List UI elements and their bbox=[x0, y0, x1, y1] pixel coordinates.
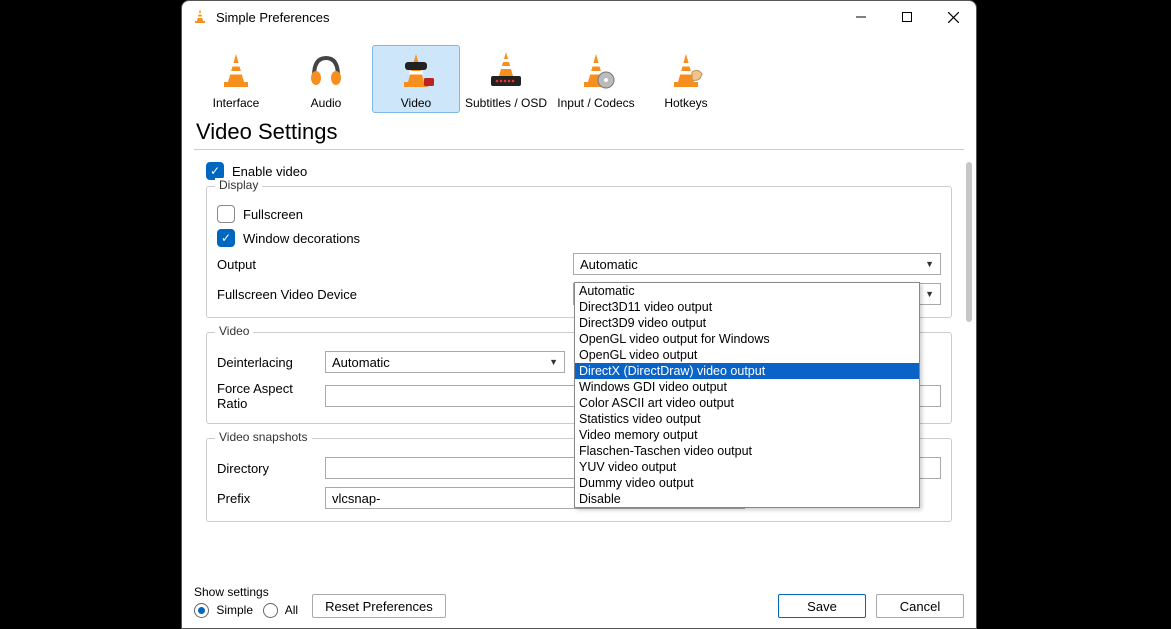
show-settings-label: Show settings bbox=[194, 585, 298, 599]
radio-all-label: All bbox=[285, 603, 298, 617]
scrollbar[interactable] bbox=[966, 162, 972, 322]
save-button[interactable]: Save bbox=[778, 594, 866, 618]
tab-label: Audio bbox=[311, 96, 342, 110]
reset-preferences-button[interactable]: Reset Preferences bbox=[312, 594, 446, 618]
dropdown-item[interactable]: Video memory output bbox=[575, 427, 919, 443]
dropdown-item[interactable]: Dummy video output bbox=[575, 475, 919, 491]
cone-icon bbox=[216, 50, 256, 90]
cone-board-icon bbox=[486, 50, 526, 90]
radio-all[interactable] bbox=[263, 603, 278, 618]
chevron-down-icon: ▼ bbox=[549, 357, 558, 367]
output-dropdown-list[interactable]: AutomaticDirect3D11 video outputDirect3D… bbox=[574, 282, 920, 508]
footer: Show settings Simple All Reset Preferenc… bbox=[182, 579, 976, 628]
titlebar: Simple Preferences bbox=[182, 1, 976, 33]
radio-simple-label: Simple bbox=[216, 603, 253, 617]
fullscreen-label: Fullscreen bbox=[243, 207, 303, 222]
deinterlacing-value: Automatic bbox=[332, 355, 390, 370]
tab-audio[interactable]: Audio bbox=[282, 45, 370, 113]
page-heading: Video Settings bbox=[182, 119, 976, 149]
tab-label: Interface bbox=[213, 96, 260, 110]
show-settings-area: Show settings Simple All bbox=[194, 585, 298, 618]
dropdown-item[interactable]: Windows GDI video output bbox=[575, 379, 919, 395]
category-toolbar: Interface Audio bbox=[182, 33, 976, 119]
tab-interface[interactable]: Interface bbox=[192, 45, 280, 113]
enable-video-label: Enable video bbox=[232, 164, 307, 179]
dropdown-item[interactable]: Disable bbox=[575, 491, 919, 507]
settings-content: ✓ Enable video Display Fullscreen ✓ Wind… bbox=[182, 150, 976, 579]
dropdown-item[interactable]: Direct3D11 video output bbox=[575, 299, 919, 315]
dropdown-item[interactable]: Color ASCII art video output bbox=[575, 395, 919, 411]
fullscreen-device-label: Fullscreen Video Device bbox=[217, 287, 573, 302]
cone-glasses-icon bbox=[396, 50, 436, 90]
tab-hotkeys[interactable]: Hotkeys bbox=[642, 45, 730, 113]
chevron-down-icon: ▼ bbox=[925, 289, 934, 299]
minimize-button[interactable] bbox=[838, 1, 884, 33]
dropdown-item[interactable]: Automatic bbox=[575, 283, 919, 299]
tab-video[interactable]: Video bbox=[372, 45, 460, 113]
radio-simple[interactable] bbox=[194, 603, 209, 618]
tab-label: Subtitles / OSD bbox=[465, 96, 547, 110]
force-aspect-label: Force Aspect Ratio bbox=[217, 381, 325, 411]
cone-hand-icon bbox=[666, 50, 706, 90]
headphones-icon bbox=[306, 50, 346, 90]
vlc-cone-icon bbox=[192, 8, 208, 27]
directory-label: Directory bbox=[217, 461, 325, 476]
dropdown-item[interactable]: Flaschen-Taschen video output bbox=[575, 443, 919, 459]
tab-input-codecs[interactable]: Input / Codecs bbox=[552, 45, 640, 113]
group-title: Video bbox=[215, 324, 253, 338]
tab-label: Hotkeys bbox=[664, 96, 707, 110]
chevron-down-icon: ▼ bbox=[925, 259, 934, 269]
dropdown-item[interactable]: Statistics video output bbox=[575, 411, 919, 427]
cancel-button[interactable]: Cancel bbox=[876, 594, 964, 618]
preferences-window: Simple Preferences bbox=[181, 0, 977, 629]
group-title: Video snapshots bbox=[215, 430, 312, 444]
group-title: Display bbox=[215, 178, 262, 192]
window-decorations-checkbox[interactable]: ✓ bbox=[217, 229, 235, 247]
close-button[interactable] bbox=[930, 1, 976, 33]
cone-disc-icon bbox=[576, 50, 616, 90]
prefix-value: vlcsnap- bbox=[332, 491, 380, 506]
dropdown-item[interactable]: OpenGL video output for Windows bbox=[575, 331, 919, 347]
window-decorations-label: Window decorations bbox=[243, 231, 360, 246]
maximize-button[interactable] bbox=[884, 1, 930, 33]
dropdown-item[interactable]: OpenGL video output bbox=[575, 347, 919, 363]
tab-subtitles[interactable]: Subtitles / OSD bbox=[462, 45, 550, 113]
dropdown-item[interactable]: YUV video output bbox=[575, 459, 919, 475]
output-value: Automatic bbox=[580, 257, 638, 272]
deinterlacing-label: Deinterlacing bbox=[217, 355, 325, 370]
prefix-label: Prefix bbox=[217, 491, 325, 506]
dropdown-item[interactable]: Direct3D9 video output bbox=[575, 315, 919, 331]
output-label: Output bbox=[217, 257, 573, 272]
window-title: Simple Preferences bbox=[216, 10, 329, 25]
tab-label: Input / Codecs bbox=[557, 96, 634, 110]
fullscreen-checkbox[interactable] bbox=[217, 205, 235, 223]
tab-label: Video bbox=[401, 96, 431, 110]
dropdown-item[interactable]: DirectX (DirectDraw) video output bbox=[575, 363, 919, 379]
deinterlacing-combo[interactable]: Automatic ▼ bbox=[325, 351, 565, 373]
output-combo[interactable]: Automatic ▼ bbox=[573, 253, 941, 275]
